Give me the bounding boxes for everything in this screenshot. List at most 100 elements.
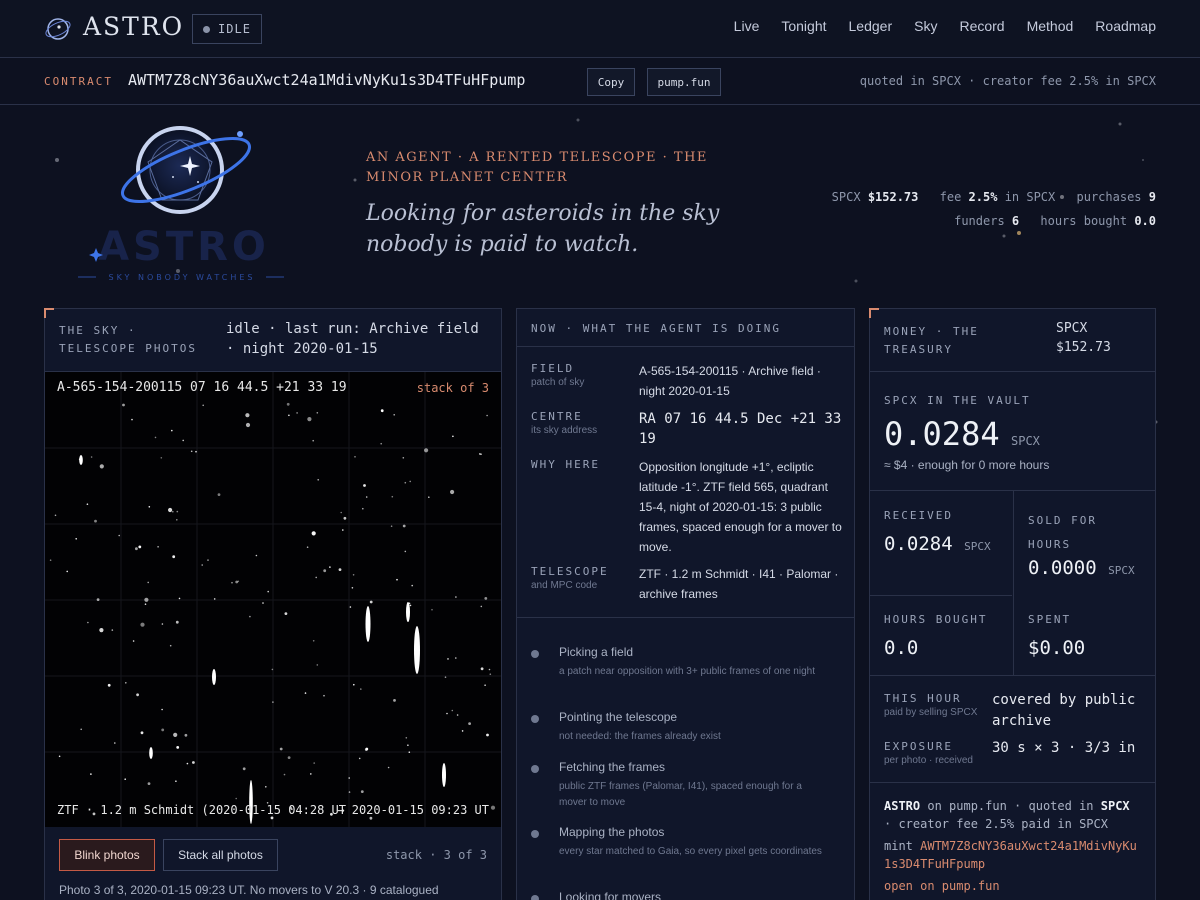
bright-star-spike [212,669,216,685]
field-label-text: FIELD [531,362,575,375]
vault-note: ≈ $4 · enough for 0 more hours [884,458,1050,472]
star [312,439,315,442]
this-hour-label: THIS HOUR paid by selling SPCX [884,692,977,718]
stack-all-photos-button[interactable]: Stack all photos [163,839,278,871]
pump-mint-link[interactable]: AWTM7Z8cNY36auXwct24a1MdivNyKu1s3D4TFuHF… [884,839,1137,871]
exposure-value: 30 s × 3 · 3/3 in [992,740,1136,756]
star [489,673,492,675]
star [480,605,483,608]
blink-photos-button[interactable]: Blink photos [59,839,155,871]
top-nav: ASTRO IDLE Live Tonight Ledger Sky Recor… [0,0,1200,58]
treasury-caption: MONEY · THE TREASURY [884,325,979,356]
bright-star-spike [365,606,371,642]
star [140,622,145,627]
nav-links: Live Tonight Ledger Sky Record Method Ro… [734,18,1156,34]
centre-label-text: CENTRE [531,410,583,423]
pump-fun-button[interactable]: pump.fun [647,68,721,96]
star [217,493,221,496]
step-title: Fetching the frames [559,760,666,774]
contract-label: CONTRACT [44,75,113,88]
star [175,780,177,782]
star [172,510,174,513]
open-pump-fun-link[interactable]: open on pump.fun [884,877,1144,895]
nav-link-record[interactable]: Record [959,18,1004,34]
why-here-value: Opposition longitude +1°, ecliptic latit… [639,460,842,554]
nav-link-live[interactable]: Live [734,18,760,34]
spent-value: $0.00 [1028,637,1086,659]
nav-link-roadmap[interactable]: Roadmap [1095,18,1156,34]
star [90,773,92,775]
star [192,761,195,764]
star [148,506,151,508]
funders-label: funders [954,214,1005,228]
star [402,457,405,459]
exposure-label-text: EXPOSURE [884,740,953,753]
steps-divider [517,617,854,618]
astro-hero-logo: ASTRO SKY NOBODY WATCHES [78,126,284,282]
star [287,756,291,759]
brand-name[interactable]: ASTRO [83,12,184,41]
star [349,606,352,608]
spcx-price: $152.73 [867,190,919,204]
star [171,429,173,432]
agent-panel-header: NOW · WHAT THE AGENT IS DOING [517,309,854,347]
nav-link-sky[interactable]: Sky [914,18,937,34]
telescope-label: TELESCOPE and MPC code [531,565,631,591]
star [354,456,356,458]
star [323,569,327,573]
star [147,581,149,584]
contract-address[interactable]: AWTM7Z8cNY36auXwct24a1MdivNyKu1s3D4TFuHF… [128,71,525,89]
telescope-photo[interactable]: A-565-154-200115 07 16 44.5 +21 33 19 st… [45,372,501,827]
star [409,604,412,607]
star [404,481,407,484]
star [456,714,459,716]
purchases-label: purchases [1076,190,1142,204]
centre-sublabel: its sky address [531,425,598,436]
why-here-label: WHY HERE [531,458,600,471]
centre-value: RA 07 16 44.5 Dec +21 33 19 [639,411,842,447]
star [207,559,209,561]
step-description: not needed: the frames already exist [559,731,721,742]
star [451,709,454,712]
star [138,545,142,549]
star [262,602,264,604]
star [271,668,274,671]
vault-amount: 0.0284 [884,415,1000,453]
star [358,757,361,760]
copy-button[interactable]: Copy [587,68,635,96]
divider [1013,490,1014,675]
star [86,503,89,505]
star [94,519,97,523]
astro-logo-icon[interactable] [44,15,72,43]
funders-value: 6 [1011,214,1020,228]
star [87,621,89,624]
nav-link-method[interactable]: Method [1027,18,1074,34]
hours-bought-label: hours bought [1040,214,1128,228]
star [310,773,312,775]
star [393,414,396,416]
field-label: FIELD patch of sky [531,362,631,388]
hero-stats: SPCX $152.73 fee 2.5% in SPCX purchases … [832,185,1156,233]
star [447,658,449,660]
pump-mint-label: mint [884,839,921,853]
star [312,640,315,642]
step-description: public ZTF frames (Palomar, I41), spaced… [559,781,802,808]
agent-panel-caption: NOW · WHAT THE AGENT IS DOING [531,322,782,335]
sold-for-hours-value: 0.0000 SPCX [1028,557,1135,579]
hero-title: Looking for asteroids in the sky nobody … [366,201,720,257]
star [131,418,133,421]
star [408,751,411,753]
star [296,412,298,414]
pump-text: on pump.fun · quoted in [920,799,1101,813]
centre-label: CENTRE its sky address [531,410,631,436]
nav-link-tonight[interactable]: Tonight [781,18,826,34]
star [369,600,373,604]
nav-link-ledger[interactable]: Ledger [849,18,893,34]
star [279,747,283,751]
hours-bought-value: 0.0 [1134,214,1156,228]
star [480,667,484,671]
star [237,580,240,583]
pump-quote-token: SPCX [1100,799,1130,813]
received-value: 0.0284 SPCX [884,533,991,555]
star [169,644,172,647]
